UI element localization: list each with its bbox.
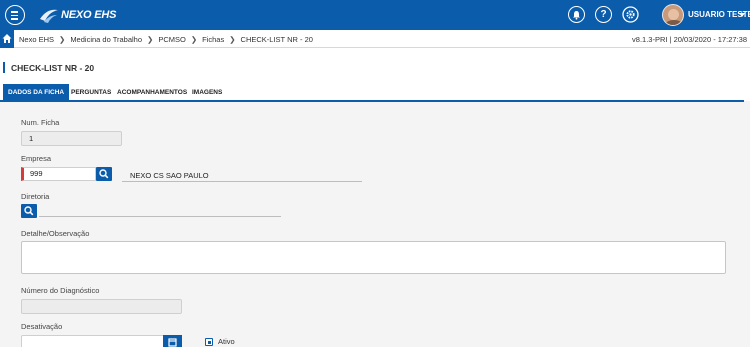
diretoria-label: Diretoria xyxy=(21,192,50,201)
logo[interactable]: NEXO EHS xyxy=(38,4,116,26)
desativacao-date-input[interactable] xyxy=(21,335,182,347)
version-info: v8.1.3-PRI | 20/03/2020 - 17:27:38 xyxy=(632,35,747,44)
breadcrumb-item[interactable]: Medicina do Trabalho xyxy=(70,35,142,44)
desativacao-label: Desativação xyxy=(21,322,63,331)
avatar[interactable] xyxy=(662,4,684,26)
chevron-right-icon: ❯ xyxy=(190,35,198,44)
numero-diagnostico-label: Número do Diagnóstico xyxy=(21,286,100,295)
empresa-label: Empresa xyxy=(21,154,52,163)
num-ficha-field: 1 xyxy=(21,131,122,146)
help-icon[interactable]: ? xyxy=(595,6,612,23)
tab-imagens[interactable]: IMAGENS xyxy=(192,84,222,101)
tab-dados-da-ficha[interactable]: DADOS DA FICHA xyxy=(3,84,70,101)
breadcrumb: Nexo EHS ❯ Medicina do Trabalho ❯ PCMSO ❯ F… xyxy=(19,35,313,44)
search-icon[interactable] xyxy=(21,204,37,218)
logo-text: NEXO EHS xyxy=(61,9,117,21)
title-bar: CHECK-LIST NR - 20 xyxy=(0,48,750,84)
chevron-down-icon[interactable] xyxy=(739,13,745,17)
numero-diagnostico-field xyxy=(21,299,182,314)
search-icon[interactable] xyxy=(96,167,112,181)
breadcrumb-item[interactable]: Fichas xyxy=(202,35,224,44)
detalhe-label: Detalhe/Observação xyxy=(21,229,90,238)
top-bar: NEXO EHS ? USUARIO TESTE xyxy=(0,0,750,30)
page-title: CHECK-LIST NR - 20 xyxy=(11,63,95,73)
empresa-name: NEXO CS SAO PAULO xyxy=(130,171,209,180)
empresa-code-input[interactable]: 999 xyxy=(21,167,96,181)
chevron-right-icon: ❯ xyxy=(147,35,154,44)
breadcrumb-bar: Nexo EHS ❯ Medicina do Trabalho ❯ PCMSO ❯ F… xyxy=(0,30,750,48)
menu-icon[interactable] xyxy=(5,5,25,25)
ativo-checkbox[interactable] xyxy=(205,338,213,346)
tab-underline xyxy=(0,100,744,102)
breadcrumb-item[interactable]: Nexo EHS xyxy=(19,35,54,44)
diretoria-field[interactable] xyxy=(39,216,281,217)
home-icon[interactable] xyxy=(0,30,14,48)
tab-acompanhamentos[interactable]: ACOMPANHAMENTOS xyxy=(117,84,187,101)
breadcrumb-item-current: CHECK-LIST NR - 20 xyxy=(240,35,313,44)
ativo-label: Ativo xyxy=(218,337,235,346)
detalhe-textarea[interactable] xyxy=(21,241,726,274)
chevron-right-icon: ❯ xyxy=(59,35,66,44)
num-ficha-label: Num. Ficha xyxy=(21,118,60,127)
tab-bar: DADOS DA FICHA PERGUNTAS ACOMPANHAMENTOS… xyxy=(0,84,750,101)
logo-icon xyxy=(40,9,58,23)
chevron-right-icon: ❯ xyxy=(229,35,236,44)
calendar-icon[interactable] xyxy=(163,335,182,347)
title-accent xyxy=(3,62,5,73)
breadcrumb-item[interactable]: PCMSO xyxy=(158,35,186,44)
gear-icon[interactable] xyxy=(622,6,639,23)
bell-icon[interactable] xyxy=(568,6,585,23)
empresa-name-field xyxy=(122,181,362,182)
tab-perguntas[interactable]: PERGUNTAS xyxy=(71,84,111,101)
